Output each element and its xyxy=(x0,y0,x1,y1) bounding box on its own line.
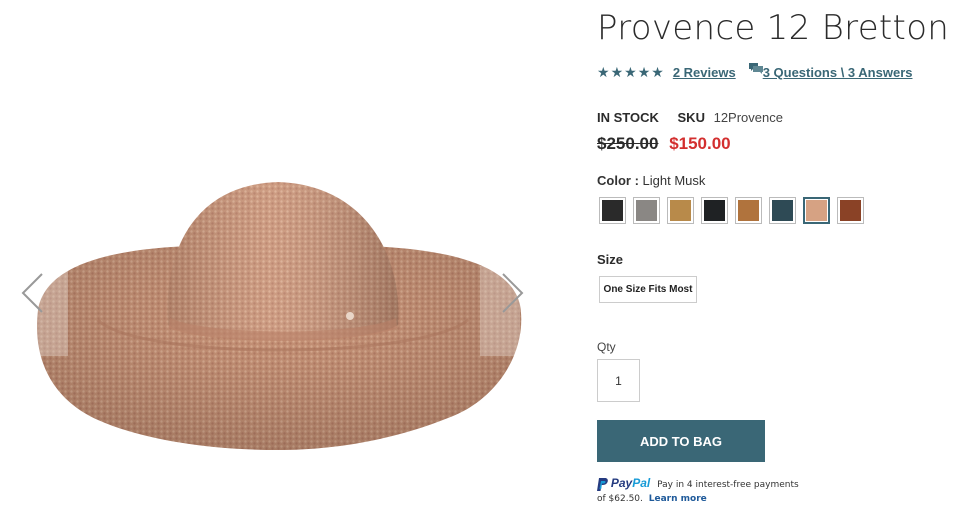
reviews-link[interactable]: 2 Reviews xyxy=(673,65,736,80)
color-swatch-leopard[interactable] xyxy=(667,197,694,224)
paypal-logo-icon xyxy=(597,478,608,491)
star-icon: ★ xyxy=(637,64,651,80)
size-label: Size xyxy=(597,252,624,267)
star-icon: ★ xyxy=(624,64,637,80)
product-info: Provence 12 Bretton ★ ★ ★ ★ ★ 2 Reviews … xyxy=(597,0,966,515)
color-swatch-black[interactable] xyxy=(599,197,626,224)
quantity-input[interactable] xyxy=(597,359,640,402)
color-swatch-navy-teal[interactable] xyxy=(769,197,796,224)
paypal-wordmark: PayPal xyxy=(610,476,651,490)
swatch-fill xyxy=(704,200,725,221)
color-row: Color : Light Musk xyxy=(597,173,705,188)
questions-answers-link[interactable]: 3 Questions \ 3 Answers xyxy=(763,65,913,80)
color-swatches xyxy=(599,197,864,224)
qty-label: Qty xyxy=(597,340,616,354)
star-icon: ★ xyxy=(610,64,624,80)
swatch-fill xyxy=(636,200,657,221)
paypal-learn-more-link[interactable]: Learn more xyxy=(649,494,707,504)
color-swatch-light-musk[interactable] xyxy=(803,197,830,224)
product-image xyxy=(36,182,522,450)
swatch-fill xyxy=(772,200,793,221)
swatch-fill xyxy=(806,200,827,221)
next-image-arrow-icon[interactable] xyxy=(497,270,527,316)
price-row: $250.00 $150.00 xyxy=(597,134,731,154)
original-price: $250.00 xyxy=(597,134,659,153)
rating-stars: ★ ★ ★ ★ ★ xyxy=(597,64,664,80)
color-swatch-brown-stripe[interactable] xyxy=(837,197,864,224)
sale-price: $150.00 xyxy=(669,134,731,153)
swatch-fill xyxy=(602,200,623,221)
swatch-fill xyxy=(738,200,759,221)
swatch-fill xyxy=(840,200,861,221)
previous-image-arrow-icon[interactable] xyxy=(18,270,48,316)
sku-value: 12Provence xyxy=(713,110,783,125)
add-to-bag-button[interactable]: ADD TO BAG xyxy=(597,420,765,462)
color-swatch-charcoal[interactable] xyxy=(701,197,728,224)
size-option[interactable]: One Size Fits Most xyxy=(599,276,697,303)
color-separator: : xyxy=(630,173,643,188)
speech-bubbles-icon[interactable] xyxy=(748,63,763,75)
paypal-message: PayPal Pay in 4 interest-free payments o… xyxy=(597,476,857,506)
stock-sku-row: IN STOCK SKU 12Provence xyxy=(597,110,783,125)
product-gallery xyxy=(0,0,560,515)
sku-label: SKU xyxy=(677,110,705,125)
paypal-installment-amount: of $62.50. xyxy=(597,494,643,504)
color-swatch-grey[interactable] xyxy=(633,197,660,224)
rating-row: ★ ★ ★ ★ ★ 2 Reviews 3 Questions \ 3 Answ… xyxy=(597,63,913,80)
paypal-installment-text: Pay in 4 interest-free payments xyxy=(657,480,799,490)
swatch-fill xyxy=(670,200,691,221)
color-label: Color xyxy=(597,173,631,188)
color-swatch-tan[interactable] xyxy=(735,197,762,224)
star-icon: ★ xyxy=(651,64,664,80)
product-title: Provence 12 Bretton xyxy=(597,8,950,48)
selected-color: Light Musk xyxy=(642,173,706,188)
star-icon: ★ xyxy=(597,64,610,80)
stock-status: IN STOCK xyxy=(597,110,659,125)
